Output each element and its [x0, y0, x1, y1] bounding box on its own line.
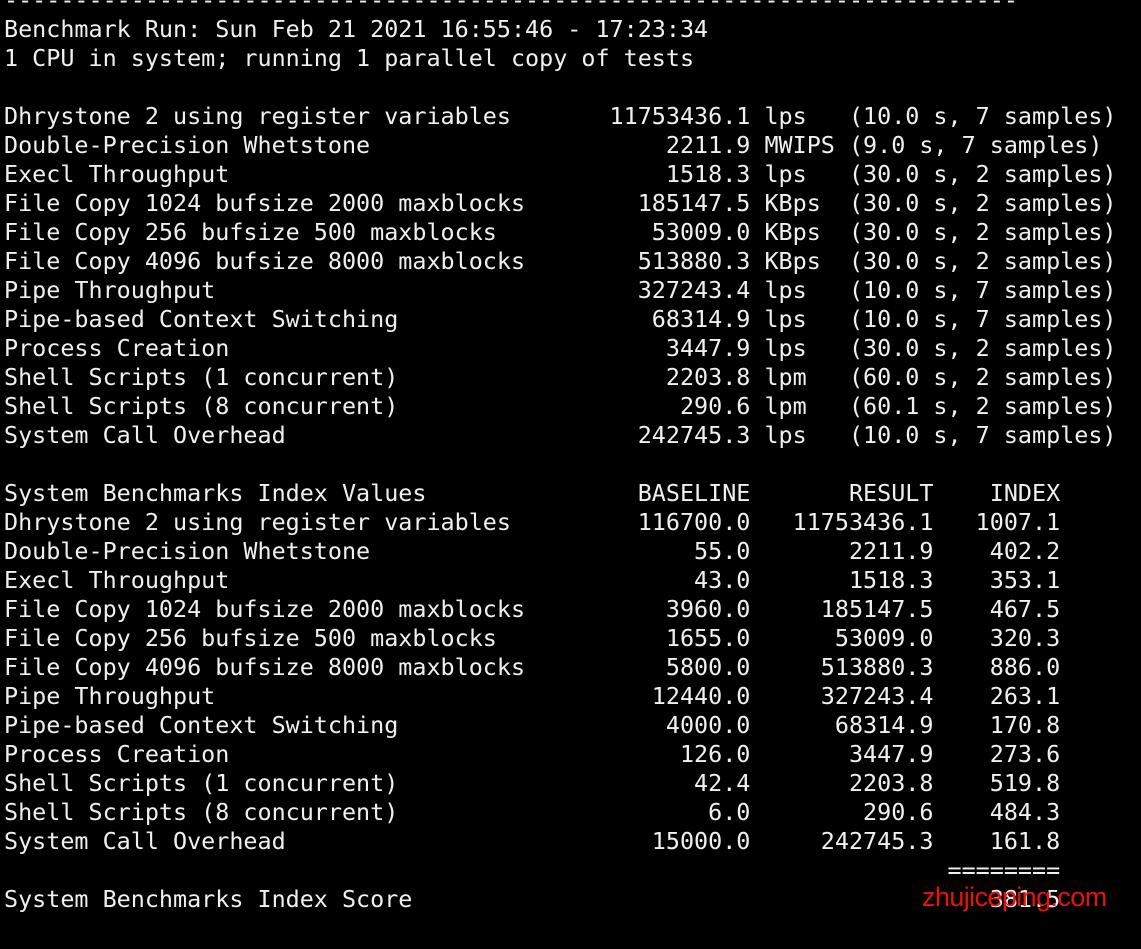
benchmark-result-line: System Call Overhead 242745.3 lps (10.0 … — [4, 421, 1117, 449]
index-row-line: Shell Scripts (8 concurrent) 6.0 290.6 4… — [4, 798, 1061, 826]
score-separator-line: ======== — [4, 856, 1061, 884]
watermark-text: zhujiceping.com — [922, 882, 1107, 912]
benchmark-result-line: File Copy 4096 bufsize 8000 maxblocks 51… — [4, 247, 1117, 275]
index-header-line: System Benchmarks Index Values BASELINE … — [4, 479, 1061, 507]
index-row-line: Process Creation 126.0 3447.9 273.6 — [4, 740, 1061, 768]
index-row-line: Double-Precision Whetstone 55.0 2211.9 4… — [4, 537, 1061, 565]
terminal-output: ----------------------------------------… — [4, 0, 1117, 914]
benchmark-result-line: Shell Scripts (8 concurrent) 290.6 lpm (… — [4, 392, 1117, 420]
index-row-line: Pipe-based Context Switching 4000.0 6831… — [4, 711, 1061, 739]
benchmark-result-line: File Copy 256 bufsize 500 maxblocks 5300… — [4, 218, 1117, 246]
index-row-line: System Call Overhead 15000.0 242745.3 16… — [4, 827, 1061, 855]
benchmark-result-line: File Copy 1024 bufsize 2000 maxblocks 18… — [4, 189, 1117, 217]
separator-line: ----------------------------------------… — [4, 0, 1018, 14]
benchmark-result-line: Shell Scripts (1 concurrent) 2203.8 lpm … — [4, 363, 1117, 391]
benchmark-result-line: Process Creation 3447.9 lps (30.0 s, 2 s… — [4, 334, 1117, 362]
index-row-line: Dhrystone 2 using register variables 116… — [4, 508, 1061, 536]
benchmark-run-line: Benchmark Run: Sun Feb 21 2021 16:55:46 … — [4, 15, 709, 43]
index-row-line: File Copy 1024 bufsize 2000 maxblocks 39… — [4, 595, 1061, 623]
index-row-line: File Copy 256 bufsize 500 maxblocks 1655… — [4, 624, 1061, 652]
benchmark-result-line: Dhrystone 2 using register variables 117… — [4, 102, 1117, 130]
benchmark-result-line: Execl Throughput 1518.3 lps (30.0 s, 2 s… — [4, 160, 1117, 188]
terminal-window[interactable]: ----------------------------------------… — [0, 0, 1141, 949]
index-row-line: File Copy 4096 bufsize 8000 maxblocks 58… — [4, 653, 1061, 681]
benchmark-result-line: Pipe Throughput 327243.4 lps (10.0 s, 7 … — [4, 276, 1117, 304]
cpu-info-line: 1 CPU in system; running 1 parallel copy… — [4, 44, 695, 72]
index-row-line: Execl Throughput 43.0 1518.3 353.1 — [4, 566, 1061, 594]
benchmark-result-line: Pipe-based Context Switching 68314.9 lps… — [4, 305, 1117, 333]
benchmark-result-line: Double-Precision Whetstone 2211.9 MWIPS … — [4, 131, 1103, 159]
index-row-line: Shell Scripts (1 concurrent) 42.4 2203.8… — [4, 769, 1061, 797]
index-row-line: Pipe Throughput 12440.0 327243.4 263.1 — [4, 682, 1061, 710]
